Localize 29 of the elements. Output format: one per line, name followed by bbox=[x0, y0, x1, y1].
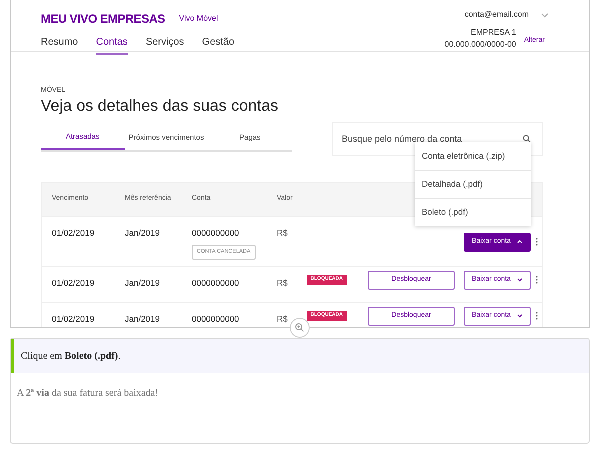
chevron-down-icon bbox=[516, 314, 523, 318]
table-cell: 0000000000 bbox=[192, 312, 240, 326]
chevron-down-icon bbox=[516, 278, 523, 282]
nav-tab[interactable]: Resumo bbox=[41, 35, 78, 55]
table-cell-text: Jan/2019 bbox=[125, 312, 161, 324]
product-label: Vivo Móvel bbox=[179, 13, 218, 25]
instruction-note: A 2ª via da sua fatura será baixada! bbox=[16, 387, 160, 401]
search-icon bbox=[523, 134, 531, 142]
table-cell-text: 01/02/2019 bbox=[52, 226, 96, 238]
logo: MEU VIVO EMPRESAS bbox=[41, 11, 166, 28]
table-cell-text: 01/02/2019 bbox=[52, 276, 96, 288]
menu-item[interactable]: Boleto (.pdf) bbox=[415, 198, 531, 226]
instruction-step: Clique em Boleto (.pdf). bbox=[21, 348, 121, 364]
table-cell-text: Jan/2019 bbox=[125, 276, 161, 288]
company-name: EMPRESA 1 bbox=[471, 27, 516, 39]
chevron-up-icon bbox=[516, 240, 523, 244]
company-id: 00.000.000/0000-00 bbox=[444, 39, 516, 51]
nav-tab[interactable]: Gestão bbox=[202, 35, 235, 55]
table-cell: 0000000000 bbox=[192, 276, 240, 290]
table-cell-text: Jan/2019 bbox=[125, 226, 161, 238]
table-cell-text: 01/02/2019 bbox=[52, 312, 96, 324]
nav-tab[interactable]: Serviços bbox=[146, 35, 184, 55]
page-title: Veja os detalhes das suas contas bbox=[41, 96, 280, 116]
table-cell-text: R$ bbox=[277, 226, 289, 238]
menu-item[interactable]: Detalhada (.pdf) bbox=[415, 170, 531, 198]
account-email: conta@email.com bbox=[464, 9, 529, 21]
table-cell: 0000000000 bbox=[192, 226, 240, 240]
zoom-in-icon[interactable] bbox=[290, 318, 310, 338]
nav-tab[interactable]: Contas bbox=[96, 35, 128, 55]
